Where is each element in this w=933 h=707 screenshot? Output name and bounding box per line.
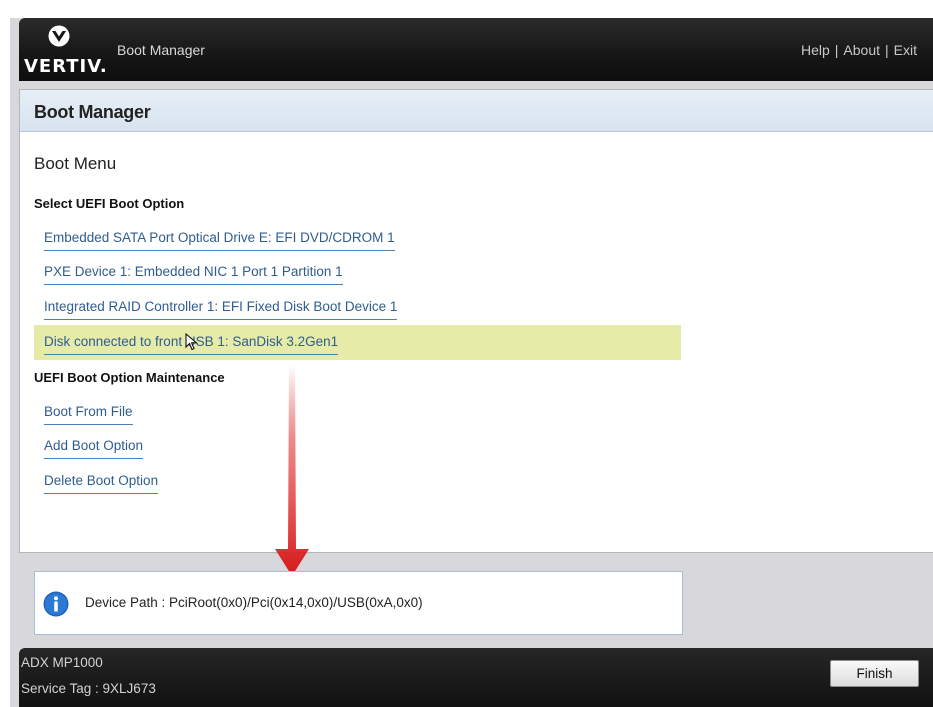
finish-button[interactable]: Finish [830, 660, 919, 687]
uefi-boot-options-label: Select UEFI Boot Option [34, 196, 185, 211]
add-boot-option-link[interactable]: Add Boot Option [44, 438, 144, 459]
header-links: Help | About | Exit [801, 42, 917, 58]
about-link[interactable]: About [843, 42, 880, 58]
maintenance-label: UEFI Boot Option Maintenance [34, 370, 225, 385]
separator: | [834, 42, 839, 58]
panel-title-bar: Boot Manager [20, 90, 933, 132]
header-title: Boot Manager [117, 42, 205, 58]
page-title: Boot Manager [34, 102, 151, 122]
window-frame-top [0, 0, 933, 18]
section-title: Boot Menu [34, 154, 117, 173]
red-arrow-icon [275, 365, 309, 576]
service-tag: Service Tag : 9XLJ673 [21, 681, 156, 696]
brand-name: VERTIV. [24, 56, 108, 77]
separator: | [885, 42, 889, 58]
vertiv-logo-icon [48, 25, 70, 47]
boot-option-sata-optical[interactable]: Embedded SATA Port Optical Drive E: EFI … [44, 230, 395, 251]
vertiv-logo: VERTIV. [21, 21, 107, 79]
boot-option-raid[interactable]: Integrated RAID Controller 1: EFI Fixed … [44, 299, 398, 320]
device-path-text: Device Path : PciRoot(0x0)/Pci(0x14,0x0)… [85, 595, 423, 610]
system-model: ADX MP1000 [21, 655, 103, 670]
footer-bar: ADX MP1000 Service Tag : 9XLJ673 Finish [19, 648, 933, 707]
boot-option-pxe[interactable]: PXE Device 1: Embedded NIC 1 Port 1 Part… [44, 264, 343, 285]
window-frame-left [0, 0, 10, 707]
boot-from-file-link[interactable]: Boot From File [44, 404, 133, 425]
device-path-info-box: Device Path : PciRoot(0x0)/Pci(0x14,0x0)… [34, 571, 683, 635]
mouse-cursor-icon [185, 333, 199, 351]
help-link[interactable]: Help [801, 42, 830, 58]
info-icon [43, 591, 69, 617]
boot-manager-panel: Boot Manager Boot Menu Select UEFI Boot … [19, 89, 933, 553]
delete-boot-option-link[interactable]: Delete Boot Option [44, 473, 159, 494]
exit-link[interactable]: Exit [894, 42, 917, 58]
top-header-bar: VERTIV. Boot Manager Help | About | Exit [19, 18, 933, 81]
